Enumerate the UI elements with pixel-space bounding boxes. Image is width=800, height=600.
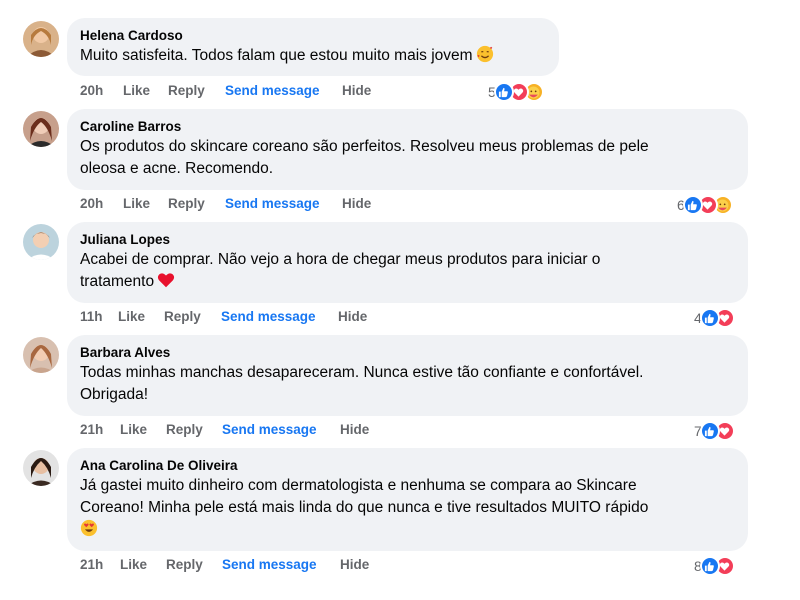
send-message-button[interactable]: Send message xyxy=(222,556,340,574)
comment-time[interactable]: 11h xyxy=(80,308,118,326)
send-message-button[interactable]: Send message xyxy=(222,421,340,439)
comment-line: Obrigada! xyxy=(80,386,149,403)
reaction-summary[interactable]: 5 xyxy=(488,82,544,102)
comment-line: Já gastei muito dinheiro com dermatologi… xyxy=(80,477,637,494)
comment-bubble: Ana Carolina De Oliveira Já gastei muito… xyxy=(67,448,748,551)
send-message-button[interactable]: Send message xyxy=(225,195,342,213)
comment-author[interactable]: Barbara Alves xyxy=(80,344,735,362)
comment-author[interactable]: Helena Cardoso xyxy=(80,27,546,45)
comment-text: Todas minhas manchas desapareceram. Nunc… xyxy=(80,362,735,406)
avatar[interactable] xyxy=(23,21,59,57)
comment-line: tratamento xyxy=(80,273,155,290)
reply-button[interactable]: Reply xyxy=(164,308,221,326)
hide-button[interactable]: Hide xyxy=(342,195,371,213)
hide-button[interactable]: Hide xyxy=(342,82,371,100)
comment-bubble: Juliana Lopes Acabei de comprar. Não vej… xyxy=(67,222,748,303)
like-button[interactable]: Like xyxy=(123,82,168,100)
reaction-summary[interactable]: 8 xyxy=(694,556,735,576)
comment-text: Os produtos do skincare coreano são perf… xyxy=(80,136,735,180)
comment-line-wrap: tratamento xyxy=(80,271,735,293)
heart-eyes-face-icon xyxy=(80,519,98,537)
hide-button[interactable]: Hide xyxy=(338,308,367,326)
like-reaction-icon xyxy=(493,82,514,102)
comment-text: Acabei de comprar. Não vejo a hora de ch… xyxy=(80,249,735,293)
avatar[interactable] xyxy=(23,111,59,147)
comment-actions: 21h Like Reply Send message Hide xyxy=(80,421,369,439)
comment-line: Todas minhas manchas desapareceram. Nunc… xyxy=(80,364,644,381)
comment-line: Acabei de comprar. Não vejo a hora de ch… xyxy=(80,251,601,268)
reply-button[interactable]: Reply xyxy=(168,195,225,213)
reply-button[interactable]: Reply xyxy=(168,82,225,100)
comment-text: Muito satisfeita. Todos falam que estou … xyxy=(80,45,546,67)
red-heart-icon xyxy=(158,273,175,288)
comment-actions: 11h Like Reply Send message Hide xyxy=(80,308,367,326)
like-reaction-icon xyxy=(699,421,720,441)
comment-author[interactable]: Caroline Barros xyxy=(80,118,735,136)
send-message-button[interactable]: Send message xyxy=(225,82,342,100)
reaction-summary[interactable]: 6 xyxy=(677,195,733,215)
hide-button[interactable]: Hide xyxy=(340,421,369,439)
comment-author[interactable]: Juliana Lopes xyxy=(80,231,735,249)
reaction-summary[interactable]: 7 xyxy=(694,421,735,441)
comment-actions: 21h Like Reply Send message Hide xyxy=(80,556,369,574)
comment-line: Coreano! Minha pele está mais linda do q… xyxy=(80,499,649,516)
like-button[interactable]: Like xyxy=(123,195,168,213)
comment-line: oleosa e acne. Recomendo. xyxy=(80,160,274,177)
comment-line-wrap xyxy=(80,519,735,541)
comment-line: Os produtos do skincare coreano são perf… xyxy=(80,138,649,155)
like-button[interactable]: Like xyxy=(120,421,166,439)
comment-time[interactable]: 21h xyxy=(80,556,120,574)
avatar[interactable] xyxy=(23,224,59,260)
send-message-button[interactable]: Send message xyxy=(221,308,338,326)
comment-line: Muito satisfeita. Todos falam que estou … xyxy=(80,47,473,64)
comment-bubble: Caroline Barros Os produtos do skincare … xyxy=(67,109,748,190)
like-reaction-icon xyxy=(699,308,720,328)
reply-button[interactable]: Reply xyxy=(166,421,222,439)
comment-bubble: Barbara Alves Todas minhas manchas desap… xyxy=(67,335,748,416)
comment-time[interactable]: 20h xyxy=(80,82,123,100)
comment-time[interactable]: 21h xyxy=(80,421,120,439)
like-reaction-icon xyxy=(682,195,703,215)
reaction-summary[interactable]: 4 xyxy=(694,308,735,328)
comment-time[interactable]: 20h xyxy=(80,195,123,213)
hide-button[interactable]: Hide xyxy=(340,556,369,574)
like-button[interactable]: Like xyxy=(120,556,166,574)
like-button[interactable]: Like xyxy=(118,308,164,326)
reply-button[interactable]: Reply xyxy=(166,556,222,574)
smiling-face-with-hearts-icon xyxy=(476,45,493,63)
comment-author[interactable]: Ana Carolina De Oliveira xyxy=(80,457,735,475)
avatar[interactable] xyxy=(23,337,59,373)
like-reaction-icon xyxy=(699,556,720,576)
comment-actions: 20h Like Reply Send message Hide xyxy=(80,82,371,100)
avatar[interactable] xyxy=(23,450,59,486)
comment-text: Já gastei muito dinheiro com dermatologi… xyxy=(80,475,735,541)
comment-bubble: Helena Cardoso Muito satisfeita. Todos f… xyxy=(67,18,559,76)
comment-actions: 20h Like Reply Send message Hide xyxy=(80,195,371,213)
